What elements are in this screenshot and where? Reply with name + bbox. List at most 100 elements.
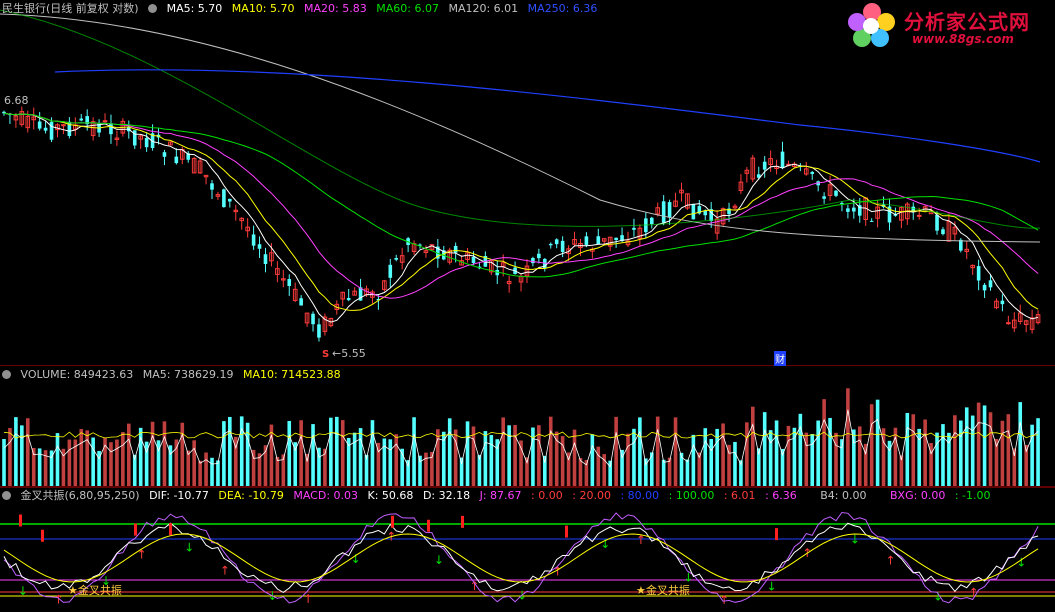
price-candle-down (584, 236, 589, 245)
volume-bar (162, 421, 167, 486)
volume-bar (311, 424, 315, 486)
volume-bar (335, 416, 339, 486)
volume-ma10: MA10: 714523.88 (242, 368, 341, 381)
price-candle-down (174, 156, 179, 164)
gold-cross-label-1: ★金叉共振 (68, 584, 122, 597)
price-candle-down (228, 198, 232, 202)
volume-bar (1036, 418, 1040, 486)
volume-bar (988, 412, 993, 486)
volume-chart[interactable] (0, 366, 1055, 488)
price-candle-down (614, 237, 618, 241)
dif-value: DIF: -10.77 (149, 489, 209, 502)
indicator-chart[interactable]: ↓↑↓↑ ↓↑↓ ↑↓↑↓↑↓↑↓ ↑↓↑↓↑↓↑↓ ↑↓ (0, 488, 1055, 612)
volume-bar (210, 457, 214, 486)
j-value: J: 87.67 (479, 489, 522, 502)
volume-bar (614, 416, 618, 486)
volume-bar (8, 427, 12, 486)
high-price-label: 6.68 (4, 94, 29, 107)
volume-bar (228, 416, 232, 486)
signal-bar (565, 525, 568, 538)
bxg-value: BXG: 0.00 (890, 489, 946, 502)
volume-bar (287, 420, 292, 486)
ma20-value: MA20: 5.83 (304, 2, 367, 15)
volume-bar (685, 459, 690, 486)
signal-bar (391, 515, 394, 528)
volume-bar (905, 412, 910, 486)
up-arrow-icon: ↑ (719, 593, 729, 607)
price-candle-down (560, 240, 565, 252)
volume-bar (935, 432, 939, 486)
volume-bar (976, 402, 981, 486)
volume-header: VOLUME: 849423.63 MA5: 738629.19 MA10: 7… (2, 368, 347, 382)
volume-bar (727, 444, 731, 486)
volume-bar (846, 388, 850, 486)
k-value: K: 50.68 (367, 489, 414, 502)
price-candle-down (43, 127, 48, 131)
price-candle-down (869, 220, 874, 222)
volume-bar (661, 459, 666, 486)
volume-bar (608, 460, 612, 486)
volume-bar (376, 442, 381, 486)
volume-bar (293, 442, 297, 486)
volume-bar (507, 425, 511, 486)
volume-bar (655, 416, 660, 486)
indicator-panel[interactable]: ↓ ↑ ↓ ↑ ↓ ↑ ↓ ↑ ↓ ↑ ↓ ↑ ↓ ↑ ↓ ↑ ↓ ↑ ↓ ↑ ↓ ↑ ↓ ↑ ↓ 金叉共振(6,80,95,2… (0, 488, 1055, 612)
header-menu-icon[interactable] (148, 3, 158, 13)
d-value: D: 32.18 (422, 489, 471, 502)
indicator-menu-icon[interactable] (2, 490, 11, 500)
price-candle-down (299, 298, 303, 306)
volume-bar (798, 413, 803, 486)
volume-panel[interactable]: VOLUME: 849423.63 MA5: 738629.19 MA10: 7… (0, 366, 1055, 488)
gold-cross-label-2: ★金叉共振 (636, 584, 690, 597)
volume-bar (2, 439, 6, 486)
volume-bar (566, 452, 571, 486)
price-candle-down (144, 138, 149, 148)
volume-bar (543, 455, 547, 486)
signal-bar (41, 529, 44, 542)
volume-bar (501, 417, 505, 486)
volume-bar (774, 420, 779, 486)
volume-bar (388, 439, 393, 486)
signal-bar (19, 514, 22, 527)
signal-bar (169, 523, 172, 536)
ma60-value: MA60: 6.07 (376, 2, 439, 15)
volume-bar (673, 417, 678, 486)
volume-menu-icon[interactable] (2, 369, 11, 379)
price-candle-down (311, 313, 315, 325)
volume-bar (1000, 420, 1005, 486)
volume-bar (25, 418, 30, 486)
volume-bar (305, 454, 309, 486)
price-candle-down (554, 239, 559, 245)
price-panel[interactable]: 民生银行(日线 前复权 对数) MA5: 5.70 MA10: 5.70 MA2… (0, 0, 1055, 366)
price-candle-down (691, 203, 696, 220)
volume-bar (834, 432, 838, 486)
volume-bar (828, 417, 832, 486)
up-arrow-icon: ↑ (137, 548, 147, 562)
volume-bar (79, 429, 84, 486)
finance-event-badge[interactable]: 财 (774, 351, 786, 366)
volume-bar (691, 434, 696, 486)
price-candle-down (935, 214, 939, 231)
volume-bar (721, 423, 725, 486)
volume-bar (959, 420, 963, 486)
volume-bar (447, 418, 452, 486)
ma5-value: MA5: 5.70 (166, 2, 223, 15)
volume-bar (626, 433, 630, 486)
price-candle-up (102, 120, 108, 123)
volume-bar (1018, 402, 1023, 486)
down-arrow-icon: ↓ (434, 553, 444, 567)
volume-bar (180, 422, 185, 486)
logo-title: 分析家公式网 (904, 10, 1030, 34)
indicator-header: 金叉共振(6,80,95,250) DIF: -10.77 DEA: -10.7… (2, 489, 997, 503)
price-candle-down (976, 266, 981, 281)
price-candle-down (632, 227, 636, 230)
volume-bar (91, 437, 95, 486)
volume-bar (67, 439, 72, 486)
v1-value: : 0.00 (531, 489, 563, 502)
ma250-value: MA250: 6.36 (527, 2, 598, 15)
price-chart[interactable] (0, 0, 1055, 366)
volume-bar (85, 430, 89, 486)
volume-bar (174, 439, 179, 486)
volume-bar (453, 429, 458, 486)
volume-bar (436, 429, 440, 486)
